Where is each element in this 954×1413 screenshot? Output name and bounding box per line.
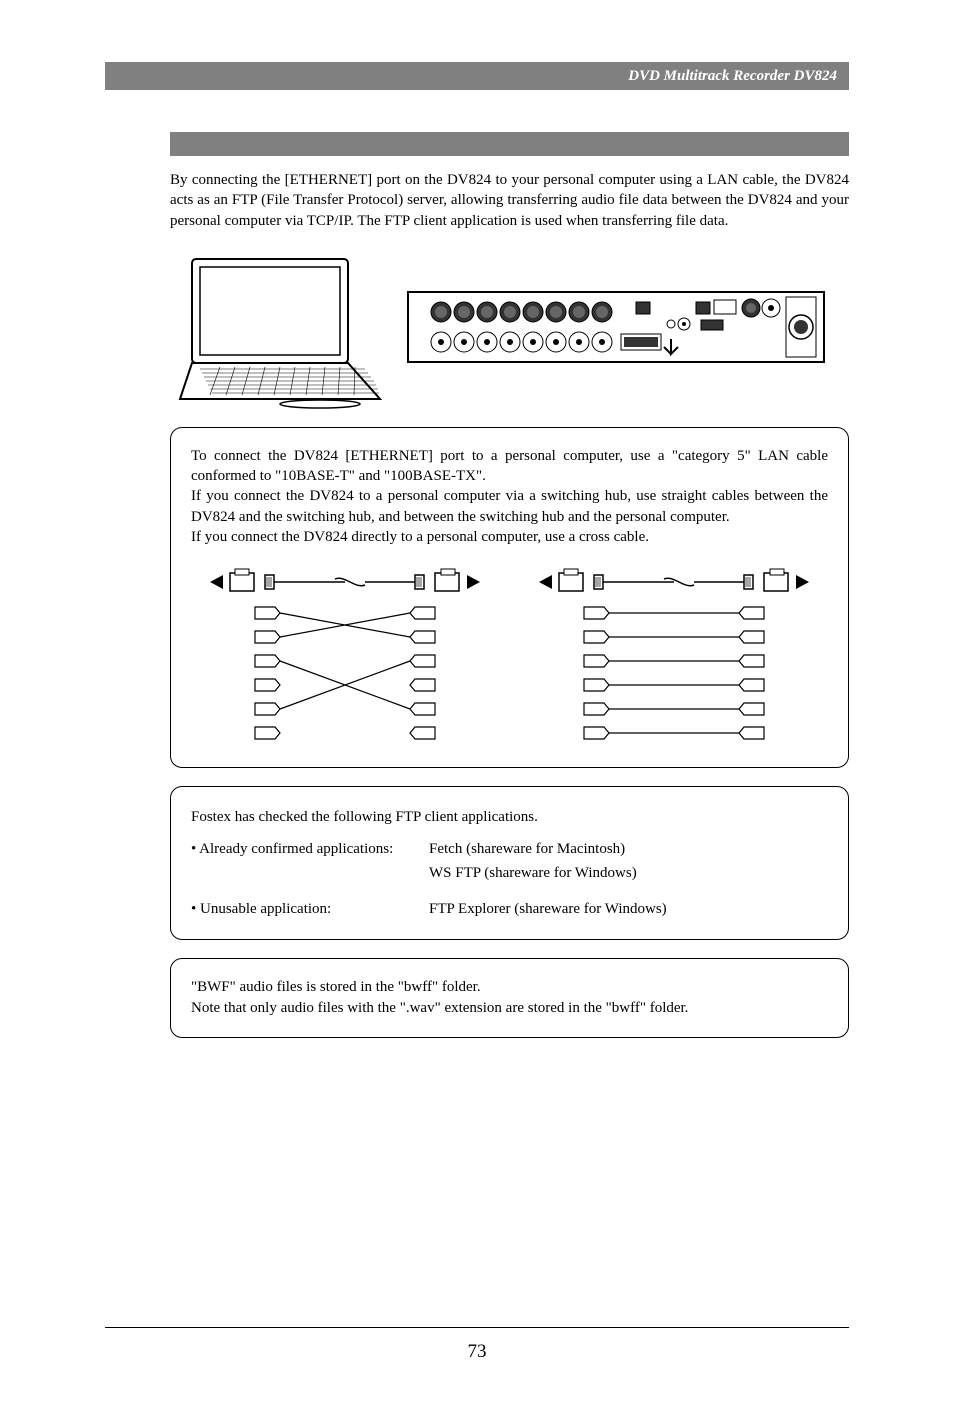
note1-p3: If you connect the DV824 directly to a p… <box>191 527 828 547</box>
note3-p2: Note that only audio files with the ".wa… <box>191 998 828 1019</box>
note1-p1: To connect the DV824 [ETHERNET] port to … <box>191 446 828 487</box>
section-bar <box>170 132 849 156</box>
memo-row2-label: • Unusable application: <box>191 897 429 921</box>
note3-p1: "BWF" audio files is stored in the "bwff… <box>191 977 828 998</box>
note1-p2: If you connect the DV824 to a personal c… <box>191 486 828 527</box>
note-box-cable: To connect the DV824 [ETHERNET] port to … <box>170 427 849 768</box>
intro-paragraph: By connecting the [ETHERNET] port on the… <box>170 170 849 231</box>
memo-row2-val: FTP Explorer (shareware for Windows) <box>429 897 828 921</box>
memo-row1-val2: WS FTP (shareware for Windows) <box>429 861 828 885</box>
dv824-rear-panel-icon <box>406 284 826 374</box>
header-title: DVD Multitrack Recorder DV824 <box>628 68 837 85</box>
cable-diagrams <box>191 567 828 747</box>
cross-cable-diagram-icon <box>205 567 485 747</box>
connection-illustration <box>170 249 854 409</box>
laptop-icon <box>170 249 390 409</box>
memo-box-ftp: Fostex has checked the following FTP cli… <box>170 786 849 940</box>
note-box-bwf: "BWF" audio files is stored in the "bwff… <box>170 958 849 1038</box>
memo-row1-val1: Fetch (shareware for Macintosh) <box>429 837 828 861</box>
page-header-bar: DVD Multitrack Recorder DV824 <box>105 62 849 90</box>
memo-intro: Fostex has checked the following FTP cli… <box>191 805 828 829</box>
memo-row1-label: • Already confirmed applications: <box>191 837 429 885</box>
page-number: 73 <box>0 1341 954 1363</box>
footer-rule <box>105 1327 849 1328</box>
straight-cable-diagram-icon <box>534 567 814 747</box>
